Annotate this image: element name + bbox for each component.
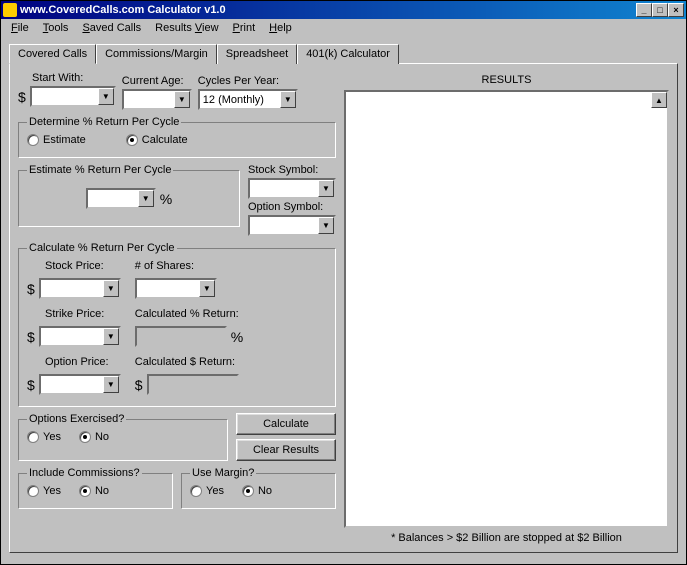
maximize-button[interactable]: □ (652, 3, 668, 17)
num-shares-label: # of Shares: (135, 260, 243, 272)
chevron-down-icon: ▼ (103, 376, 119, 393)
menu-results-view[interactable]: Results View (149, 21, 224, 35)
chevron-down-icon: ▼ (174, 91, 190, 108)
commissions-no-radio[interactable]: No (79, 485, 109, 497)
commissions-yes-radio[interactable]: Yes (27, 485, 61, 497)
scroll-up-button[interactable]: ▲ (651, 92, 667, 108)
current-age-combo[interactable]: ▼ (122, 89, 192, 110)
start-with-label: Start With: (18, 72, 116, 84)
option-price-combo[interactable]: ▼ (39, 374, 121, 395)
estimate-percent-combo[interactable]: ▼ (86, 188, 156, 209)
strike-price-combo[interactable]: ▼ (39, 326, 121, 347)
chevron-down-icon: ▼ (199, 280, 215, 297)
num-shares-combo[interactable]: ▼ (135, 278, 217, 299)
dollar-sign-option: $ (27, 377, 35, 393)
calc-dollar-return-output (147, 374, 239, 395)
margin-yes-radio[interactable]: Yes (190, 485, 224, 497)
titlebar: www.CoveredCalls.com Calculator v1.0 _ □… (1, 1, 686, 19)
chevron-down-icon: ▼ (138, 190, 154, 207)
estimate-return-group: Estimate % Return Per Cycle ▼ % (18, 164, 240, 227)
option-symbol-combo[interactable]: ▼ (248, 215, 336, 236)
dollar-sign-start: $ (18, 89, 26, 105)
options-exercised-group: Options Exercised? Yes No (18, 413, 228, 461)
chevron-down-icon: ▼ (98, 88, 114, 105)
calculate-return-legend: Calculate % Return Per Cycle (27, 242, 177, 254)
stock-symbol-combo[interactable]: ▼ (248, 178, 336, 199)
chevron-down-icon: ▼ (280, 91, 296, 108)
include-commissions-legend: Include Commissions? (27, 467, 142, 479)
use-margin-legend: Use Margin? (190, 467, 256, 479)
menu-help[interactable]: Help (263, 21, 298, 35)
calc-pct-return-output (135, 326, 227, 347)
exercised-no-radio[interactable]: No (79, 431, 109, 443)
app-icon (3, 3, 17, 17)
chevron-down-icon: ▼ (103, 328, 119, 345)
start-with-combo[interactable]: ▼ (30, 86, 116, 107)
calc-dollar-return-label: Calculated $ Return: (135, 356, 243, 368)
results-textarea[interactable]: ▲ (344, 90, 669, 528)
menu-saved-calls[interactable]: Saved Calls (76, 21, 147, 35)
estimate-radio[interactable]: Estimate (27, 134, 86, 146)
chevron-down-icon: ▼ (318, 217, 334, 234)
calculate-button[interactable]: Calculate (236, 413, 336, 435)
minimize-button[interactable]: _ (636, 3, 652, 17)
dollar-sign-strike: $ (27, 329, 35, 345)
strike-price-label: Strike Price: (27, 308, 121, 320)
stock-price-combo[interactable]: ▼ (39, 278, 121, 299)
balance-footnote: * Balances > $2 Billion are stopped at $… (344, 528, 669, 544)
calculate-radio[interactable]: Calculate (126, 134, 188, 146)
percent-sign-calc: % (231, 329, 243, 345)
stock-price-label: Stock Price: (27, 260, 121, 272)
determine-return-legend: Determine % Return Per Cycle (27, 116, 181, 128)
tab-panel: Start With: $ ▼ Current Age: ▼ Cycles Pe… (9, 63, 678, 553)
estimate-return-legend: Estimate % Return Per Cycle (27, 164, 173, 176)
top-fields-row: Start With: $ ▼ Current Age: ▼ Cycles Pe… (18, 72, 336, 110)
margin-no-radio[interactable]: No (242, 485, 272, 497)
determine-return-group: Determine % Return Per Cycle Estimate Ca… (18, 116, 336, 158)
cycles-per-year-label: Cycles Per Year: (198, 75, 298, 87)
tab-commissions-margin[interactable]: Commissions/Margin (96, 44, 217, 64)
tab-covered-calls[interactable]: Covered Calls (9, 44, 96, 64)
window-title: www.CoveredCalls.com Calculator v1.0 (20, 4, 636, 16)
tab-spreadsheet[interactable]: Spreadsheet (217, 44, 297, 64)
window-controls: _ □ × (636, 3, 684, 17)
option-symbol-label: Option Symbol: (248, 201, 336, 213)
calc-pct-return-label: Calculated % Return: (135, 308, 243, 320)
current-age-label: Current Age: (122, 75, 192, 87)
chevron-down-icon: ▼ (103, 280, 119, 297)
calculate-return-group: Calculate % Return Per Cycle Stock Price… (18, 242, 336, 407)
client-area: Covered Calls Commissions/Margin Spreads… (1, 37, 686, 557)
app-window: www.CoveredCalls.com Calculator v1.0 _ □… (0, 0, 687, 565)
options-exercised-legend: Options Exercised? (27, 413, 126, 425)
menubar: File Tools Saved Calls Results View Prin… (1, 19, 686, 37)
cycles-per-year-combo[interactable]: 12 (Monthly) ▼ (198, 89, 298, 110)
stock-symbol-label: Stock Symbol: (248, 164, 336, 176)
menu-file[interactable]: File (5, 21, 35, 35)
dollar-sign-calc: $ (135, 377, 143, 393)
menu-print[interactable]: Print (227, 21, 262, 35)
percent-sign-est: % (160, 191, 172, 207)
tab-401k-calculator[interactable]: 401(k) Calculator (297, 44, 399, 64)
option-price-label: Option Price: (27, 356, 121, 368)
tab-strip: Covered Calls Commissions/Margin Spreads… (9, 44, 678, 64)
close-button[interactable]: × (668, 3, 684, 17)
dollar-sign-stock: $ (27, 281, 35, 297)
exercised-yes-radio[interactable]: Yes (27, 431, 61, 443)
chevron-down-icon: ▼ (318, 180, 334, 197)
left-column: Start With: $ ▼ Current Age: ▼ Cycles Pe… (18, 72, 336, 544)
results-header: RESULTS (344, 72, 669, 90)
include-commissions-group: Include Commissions? Yes No (18, 467, 173, 509)
cycles-value: 12 (Monthly) (203, 94, 264, 106)
clear-results-button[interactable]: Clear Results (236, 439, 336, 461)
right-column: RESULTS ▲ * Balances > $2 Billion are st… (344, 72, 669, 544)
use-margin-group: Use Margin? Yes No (181, 467, 336, 509)
menu-tools[interactable]: Tools (37, 21, 75, 35)
